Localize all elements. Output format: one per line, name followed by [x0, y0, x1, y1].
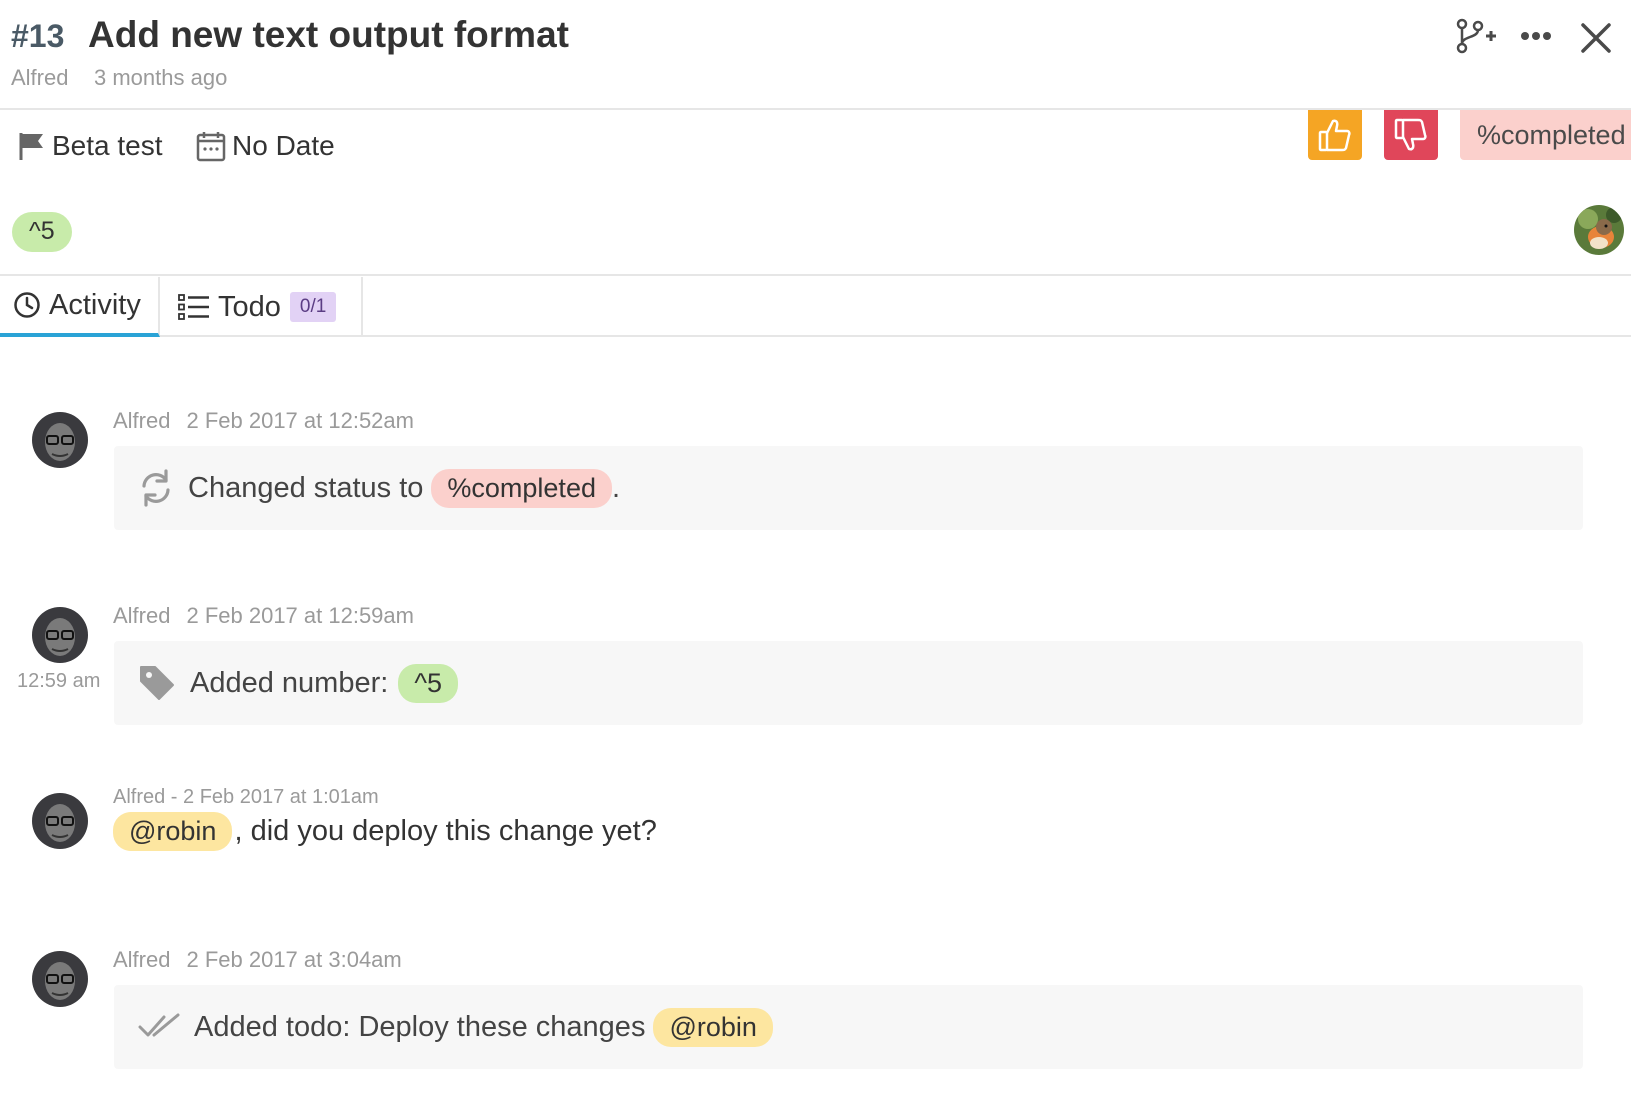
activity-card: Added todo: Deploy these changes @robin: [114, 985, 1583, 1069]
due-date-selector[interactable]: No Date: [196, 130, 335, 162]
activity-description: Added number:: [190, 666, 389, 699]
activity-card: Added number: ^5: [114, 641, 1583, 725]
avatar[interactable]: [32, 793, 88, 849]
milestone-label: Beta test: [52, 130, 163, 161]
clock-icon: [14, 292, 40, 318]
issue-created-time: 3 months ago: [94, 65, 228, 90]
activity-author[interactable]: Alfred: [113, 947, 170, 972]
activity-time: 2 Feb 2017 at 3:04am: [186, 947, 402, 972]
activity-meta: Alfred 2 Feb 2017 at 12:52am: [113, 408, 414, 434]
thumbs-up-icon: [1318, 119, 1351, 152]
tag-icon: [140, 666, 174, 700]
avatar[interactable]: [32, 951, 88, 1007]
issue-number: #13: [11, 18, 65, 54]
tab-activity-label: Activity: [49, 288, 141, 321]
comment-text: , did you deploy this change yet?: [234, 815, 657, 847]
issue-header: #13 Add new text output format Alfred 3 …: [0, 0, 1631, 110]
tab-todo[interactable]: Todo 0/1: [160, 277, 363, 337]
status-pill[interactable]: %completed: [431, 468, 612, 508]
activity-text: Added number: ^5: [190, 663, 458, 703]
todo-count-badge: 0/1: [289, 292, 337, 322]
activity-description: Changed status to: [188, 471, 424, 504]
refresh-icon: [142, 469, 170, 507]
more-icon[interactable]: [1516, 20, 1556, 52]
mention-pill[interactable]: @robin: [113, 812, 233, 851]
branch-add-icon[interactable]: [1454, 16, 1500, 56]
status-badge[interactable]: %completed: [1460, 110, 1631, 160]
issue-tabs: Activity Todo 0/1: [0, 277, 1631, 337]
avatar[interactable]: [32, 607, 88, 663]
list-icon: [178, 294, 209, 320]
activity-author[interactable]: Alfred: [113, 603, 170, 628]
activity-text: Changed status to %completed .: [188, 468, 621, 508]
thumbs-up-button[interactable]: [1308, 110, 1362, 160]
thumbs-down-button[interactable]: [1384, 110, 1438, 160]
activity-meta: Alfred 2 Feb 2017 at 12:59am: [113, 603, 414, 629]
mention-pill[interactable]: @robin: [653, 1007, 773, 1047]
number-pill[interactable]: ^5: [398, 663, 458, 703]
issue-author[interactable]: Alfred: [11, 65, 68, 91]
activity-time: 2 Feb 2017 at 12:52am: [186, 408, 414, 433]
avatar[interactable]: [32, 412, 88, 468]
comment-body: @robin , did you deploy this change yet?: [113, 812, 657, 851]
thumbs-down-icon: [1394, 118, 1427, 151]
issue-title[interactable]: Add new text output format: [88, 14, 569, 56]
activity-card: Changed status to %completed .: [114, 446, 1583, 530]
activity-description: Added todo: Deploy these changes: [194, 1010, 646, 1043]
due-date-label: No Date: [232, 130, 335, 161]
milestone-selector[interactable]: Beta test: [18, 130, 163, 162]
close-icon[interactable]: [1576, 18, 1616, 58]
calendar-icon: [196, 132, 226, 162]
issue-meta: Beta test No Date %completed ^5: [0, 110, 1631, 276]
activity-time: 2 Feb 2017 at 12:59am: [186, 603, 414, 628]
activity-side-time: 12:59 am: [17, 670, 101, 692]
flag-icon: [19, 133, 43, 160]
tab-activity[interactable]: Activity: [0, 277, 160, 337]
activity-author[interactable]: Alfred: [113, 408, 170, 433]
comment-meta: Alfred - 2 Feb 2017 at 1:01am: [113, 786, 379, 808]
number-badge[interactable]: ^5: [12, 212, 72, 252]
double-check-icon: [138, 1013, 180, 1037]
activity-text: Added todo: Deploy these changes @robin: [194, 1007, 773, 1047]
activity-suffix: .: [611, 471, 621, 504]
tab-todo-label: Todo: [218, 290, 281, 323]
activity-meta: Alfred 2 Feb 2017 at 3:04am: [113, 947, 402, 973]
assignee-avatar[interactable]: [1574, 205, 1624, 255]
